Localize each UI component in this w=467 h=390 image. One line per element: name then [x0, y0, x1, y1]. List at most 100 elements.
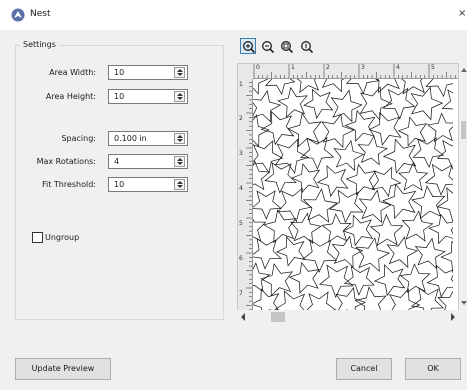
- zoom-in-icon: [243, 41, 256, 54]
- zoom-fit-button[interactable]: [278, 38, 294, 54]
- ruler-corner: [238, 64, 253, 79]
- nested-star-shape: [274, 138, 310, 174]
- area-width-label: Area Width:: [49, 68, 96, 77]
- update-preview-button[interactable]: Update Preview: [15, 358, 111, 380]
- scroll-left-icon[interactable]: [241, 313, 245, 321]
- ruler-tick-label: 7: [239, 290, 243, 297]
- area-width-stepper[interactable]: [174, 67, 185, 78]
- nested-star-shape: [382, 87, 416, 120]
- close-icon[interactable]: ×: [458, 8, 466, 19]
- nested-star-shape: [357, 135, 388, 166]
- nested-star-shape: [414, 237, 446, 269]
- spacing-stepper[interactable]: [174, 133, 185, 144]
- ruler-tick-label: 5: [239, 220, 243, 227]
- spacing-field[interactable]: 0.100 in: [108, 131, 188, 146]
- ruler-tick-label: 0: [256, 64, 260, 71]
- nested-star-shape: [321, 79, 345, 93]
- vertical-ruler: 1 2 3 4 5 6 7: [238, 64, 253, 319]
- ruler-tick-label: 1: [291, 64, 295, 71]
- nested-star-shape: [289, 212, 322, 244]
- nested-star-shape: [330, 89, 363, 123]
- area-height-value: 10: [114, 92, 125, 101]
- nested-star-shape: [381, 183, 417, 220]
- max-rotations-stepper[interactable]: [174, 156, 185, 167]
- area-height-label: Area Height:: [45, 92, 96, 101]
- fit-threshold-field[interactable]: 10: [108, 177, 188, 192]
- nested-star-shape: [321, 213, 352, 243]
- scroll-right-icon[interactable]: [451, 313, 455, 321]
- zoom-actual-button[interactable]: [298, 38, 314, 54]
- nested-star-shape: [358, 189, 392, 224]
- ok-button[interactable]: OK: [405, 358, 461, 380]
- nested-star-shape: [397, 161, 429, 191]
- fit-threshold-label: Fit Threshold:: [41, 180, 96, 189]
- scroll-up-icon[interactable]: [461, 68, 467, 72]
- horizontal-scrollbar[interactable]: [237, 310, 459, 324]
- nested-star-shape: [253, 218, 267, 242]
- nested-star-shape: [260, 110, 295, 146]
- arrow-up-icon: [177, 158, 183, 161]
- ruler-tick-label: 1: [239, 81, 243, 88]
- nested-star-shape: [275, 236, 306, 267]
- zoom-actual-icon: [301, 41, 314, 54]
- max-rotations-field[interactable]: 4: [108, 154, 188, 169]
- area-height-stepper[interactable]: [174, 91, 185, 102]
- ruler-tick-label: 2: [239, 115, 243, 122]
- cancel-button[interactable]: Cancel: [336, 358, 392, 380]
- zoom-in-button[interactable]: [240, 38, 256, 54]
- arrow-down-icon: [177, 185, 183, 188]
- ruler-tick-label: 3: [239, 150, 243, 157]
- ruler-tick-label: 2: [326, 64, 330, 71]
- arrow-down-icon: [177, 97, 183, 100]
- vertical-scrollbar[interactable]: [460, 63, 467, 310]
- zoom-fit-icon: [281, 41, 294, 54]
- arrow-up-icon: [177, 135, 183, 138]
- nested-star-shape: [274, 290, 306, 311]
- nested-star-shape: [410, 86, 444, 121]
- nested-star-shape: [287, 112, 322, 148]
- nested-star-shape: [345, 163, 377, 196]
- scroll-down-icon[interactable]: [461, 301, 467, 305]
- area-width-field[interactable]: 10: [108, 65, 188, 80]
- vertical-scroll-thumb[interactable]: [461, 121, 466, 139]
- nested-star-shape: [388, 288, 421, 311]
- arrow-up-icon: [177, 93, 183, 96]
- nest-preview-canvas[interactable]: 0 1 2 3 4 5 1 2 3 4 5 6 7: [237, 63, 459, 324]
- nested-star-shape: [296, 79, 319, 94]
- nested-star-shape: [426, 264, 453, 298]
- nested-star-shape: [359, 86, 393, 121]
- settings-group-title: Settings: [20, 40, 59, 49]
- nested-star-shape: [436, 139, 453, 170]
- horizontal-scroll-thumb[interactable]: [271, 312, 285, 322]
- arrow-down-icon: [177, 73, 183, 76]
- title-bar: Nest ×: [0, 0, 467, 30]
- nested-star-shape: [290, 163, 321, 194]
- ungroup-checkbox[interactable]: [32, 232, 43, 243]
- nested-star-shape: [411, 287, 444, 311]
- spacing-value: 0.100 in: [114, 134, 147, 143]
- nested-star-shape: [303, 88, 334, 119]
- horizontal-ruler: 0 1 2 3 4 5: [238, 64, 458, 79]
- nested-star-shape: [300, 137, 335, 170]
- nested-stars-area: [253, 79, 453, 311]
- nested-star-shape: [253, 79, 269, 95]
- nested-star-shape: [354, 286, 387, 311]
- spacing-label: Spacing:: [61, 134, 96, 143]
- nested-star-shape: [344, 109, 376, 142]
- nested-star-shape: [305, 291, 337, 311]
- nested-star-shape: [263, 209, 297, 244]
- nested-star-shape: [301, 238, 338, 273]
- arrow-up-icon: [177, 181, 183, 184]
- fit-threshold-value: 10: [114, 180, 125, 189]
- ruler-tick-label: 4: [239, 185, 243, 192]
- nested-star-shape: [426, 112, 453, 143]
- ruler-tick-label: 6: [239, 255, 243, 262]
- area-height-field[interactable]: 10: [108, 89, 188, 104]
- zoom-out-button[interactable]: [259, 38, 275, 54]
- nested-star-shape: [401, 79, 425, 95]
- nested-star-shape: [253, 238, 282, 270]
- nested-star-shape: [253, 160, 271, 191]
- max-rotations-label: Max Rotations:: [36, 157, 96, 166]
- fit-threshold-stepper[interactable]: [174, 179, 185, 190]
- nested-star-shape: [343, 265, 375, 296]
